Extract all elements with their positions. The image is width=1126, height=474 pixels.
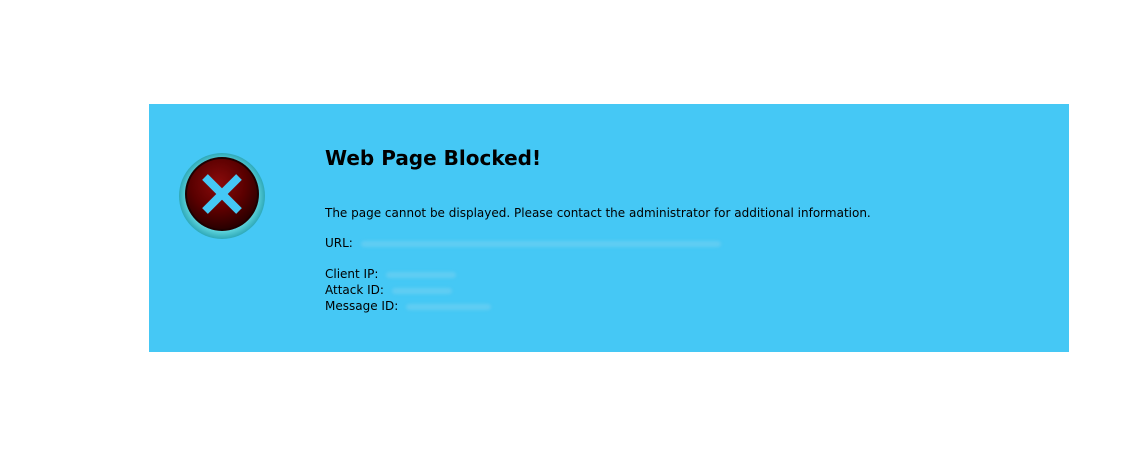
message-id-label: Message ID: [325, 299, 399, 313]
attack-id-label: Attack ID: [325, 283, 384, 297]
client-ip-label: Client IP: [325, 267, 379, 281]
url-row: URL: [325, 235, 721, 251]
message-content: Web Page Blocked! The page cannot be dis… [325, 142, 1049, 313]
url-value-redacted [360, 240, 721, 247]
request-details: Client IP: Attack ID: Message ID: [325, 266, 492, 314]
blocked-description: The page cannot be displayed. Please con… [325, 206, 871, 220]
close-circle-icon [178, 152, 266, 240]
attack-id-row: Attack ID: [325, 282, 491, 298]
page-title: Web Page Blocked! [325, 146, 542, 170]
attack-id-redacted [391, 287, 452, 294]
message-id-row: Message ID: [325, 298, 492, 314]
client-ip-row: Client IP: [325, 266, 491, 282]
message-id-redacted [406, 303, 492, 310]
blocked-panel: Web Page Blocked! The page cannot be dis… [149, 104, 1069, 352]
url-label: URL: [325, 236, 353, 250]
client-ip-redacted [386, 271, 457, 278]
